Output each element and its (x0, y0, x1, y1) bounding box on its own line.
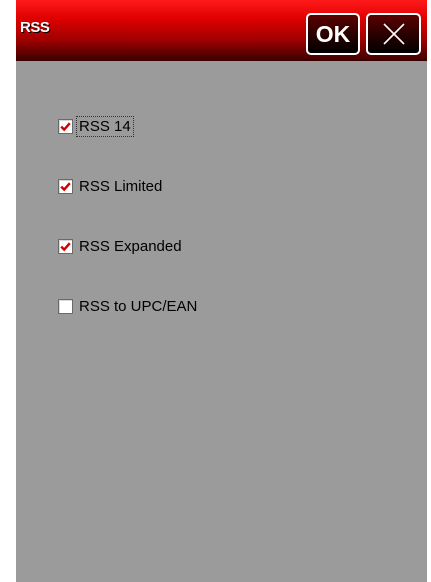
rss-14-label: RSS 14 (76, 115, 134, 137)
checkmark-icon (60, 121, 71, 131)
window-title: RSS (20, 19, 50, 36)
option-rss-to-upc-ean[interactable]: RSS to UPC/EAN (58, 294, 199, 318)
rss-limited-label: RSS Limited (79, 177, 163, 195)
checkmark-icon (60, 181, 71, 191)
option-rss-limited[interactable]: RSS Limited (58, 174, 199, 198)
rss-expanded-checkbox[interactable] (58, 238, 73, 254)
ok-button-label: OK (315, 20, 351, 47)
options-list: RSS 14 RSS Limited RSS Expanded RSS to U… (58, 114, 199, 354)
rss-dialog: RSS OK RSS 14 RSS Limited RSS Expanded R… (16, 0, 427, 582)
title-bar: RSS OK (16, 0, 427, 61)
ok-button[interactable]: OK (306, 13, 360, 55)
rss-expanded-label: RSS Expanded (79, 237, 182, 255)
option-rss-14[interactable]: RSS 14 (58, 114, 199, 138)
option-rss-expanded[interactable]: RSS Expanded (58, 234, 199, 258)
rss-to-upc-ean-label: RSS to UPC/EAN (79, 297, 198, 315)
close-icon (382, 23, 405, 45)
rss-14-checkbox[interactable] (58, 118, 73, 134)
close-button[interactable] (366, 13, 421, 55)
checkmark-icon (60, 241, 71, 251)
rss-to-upc-ean-checkbox[interactable] (58, 298, 73, 314)
rss-limited-checkbox[interactable] (58, 178, 73, 194)
